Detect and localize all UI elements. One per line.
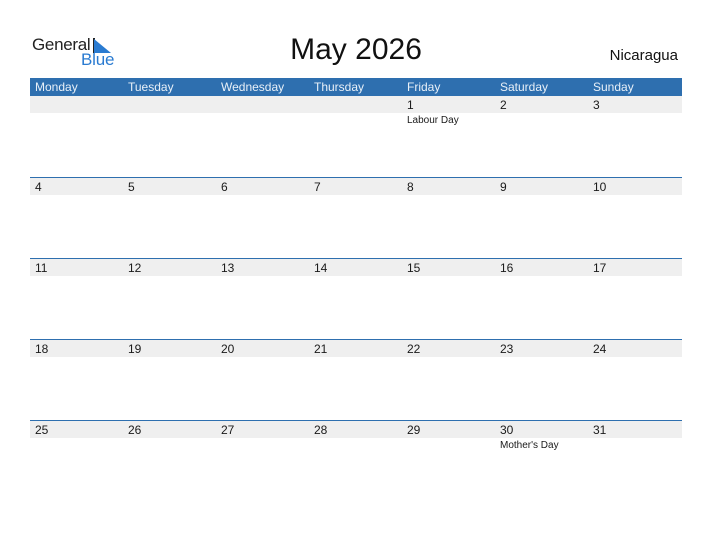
day-number: 9 [500, 180, 507, 194]
week-row: 1 Labour Day 2 3 [30, 96, 682, 177]
day-number: 27 [221, 423, 235, 437]
day-cell: 29 [402, 421, 495, 502]
day-number: 25 [35, 423, 49, 437]
holiday-label: Mother's Day [500, 440, 559, 451]
calendar-title: May 2026 [290, 33, 422, 66]
day-number: 18 [35, 342, 49, 356]
day-cell: 10 [588, 178, 681, 259]
day-cell: 24 [588, 340, 681, 421]
day-number: 8 [407, 180, 414, 194]
weekday-header-saturday: Saturday [500, 80, 549, 94]
day-cell: 12 [123, 259, 216, 340]
weekday-header-friday: Friday [407, 80, 441, 94]
week-row: 4 5 6 7 8 9 10 [30, 177, 682, 259]
day-number: 28 [314, 423, 328, 437]
weekday-header-thursday: Thursday [314, 80, 365, 94]
day-cell: 7 [309, 178, 402, 259]
day-cell: 26 [123, 421, 216, 502]
day-cell: 21 [309, 340, 402, 421]
day-cell: 5 [123, 178, 216, 259]
day-cell: 27 [216, 421, 309, 502]
weekday-header-tuesday: Tuesday [128, 80, 174, 94]
weekday-header-sunday: Sunday [593, 80, 634, 94]
day-cell: 4 [30, 178, 123, 259]
day-cell: 22 [402, 340, 495, 421]
day-number: 4 [35, 180, 42, 194]
day-cell: 6 [216, 178, 309, 259]
day-number: 14 [314, 261, 328, 275]
day-cell [123, 96, 216, 177]
day-number: 6 [221, 180, 228, 194]
day-number: 17 [593, 261, 607, 275]
day-cell [309, 96, 402, 177]
day-cell: 19 [123, 340, 216, 421]
day-number: 30 [500, 423, 514, 437]
day-number: 31 [593, 423, 607, 437]
day-number: 1 [407, 98, 414, 112]
week-row: 11 12 13 14 15 16 17 [30, 258, 682, 340]
day-cell: 28 [309, 421, 402, 502]
weekday-header: Monday Tuesday Wednesday Thursday Friday Satu… [30, 78, 682, 96]
day-number: 21 [314, 342, 328, 356]
day-number: 3 [593, 98, 600, 112]
day-cell: 16 [495, 259, 588, 340]
day-cell: 2 [495, 96, 588, 177]
day-cell: 17 [588, 259, 681, 340]
week-row: 25 26 27 28 29 30 Mother's Day 31 [30, 420, 682, 502]
day-cell: 14 [309, 259, 402, 340]
day-number: 20 [221, 342, 235, 356]
weekday-header-monday: Monday [35, 80, 78, 94]
day-cell: 30 Mother's Day [495, 421, 588, 502]
day-cell: 11 [30, 259, 123, 340]
day-number: 12 [128, 261, 142, 275]
country-label: Nicaragua [609, 47, 678, 64]
day-cell: 3 [588, 96, 681, 177]
day-cell: 25 [30, 421, 123, 502]
day-cell: 13 [216, 259, 309, 340]
day-number: 26 [128, 423, 142, 437]
day-number: 15 [407, 261, 421, 275]
day-number: 16 [500, 261, 514, 275]
day-number: 19 [128, 342, 142, 356]
day-number: 11 [35, 261, 48, 275]
day-number: 5 [128, 180, 135, 194]
day-cell [216, 96, 309, 177]
day-cell: 31 [588, 421, 681, 502]
day-cell [30, 96, 123, 177]
day-number: 23 [500, 342, 514, 356]
day-cell: 18 [30, 340, 123, 421]
day-cell: 8 [402, 178, 495, 259]
day-cell: 20 [216, 340, 309, 421]
day-number: 24 [593, 342, 607, 356]
holiday-label: Labour Day [407, 115, 459, 126]
day-number: 2 [500, 98, 507, 112]
day-cell: 23 [495, 340, 588, 421]
day-number: 10 [593, 180, 607, 194]
weekday-header-wednesday: Wednesday [221, 80, 285, 94]
day-cell: 15 [402, 259, 495, 340]
day-number: 7 [314, 180, 321, 194]
day-cell: 1 Labour Day [402, 96, 495, 177]
week-row: 18 19 20 21 22 23 24 [30, 339, 682, 421]
day-number: 13 [221, 261, 235, 275]
day-number: 29 [407, 423, 421, 437]
day-number: 22 [407, 342, 421, 356]
day-cell: 9 [495, 178, 588, 259]
